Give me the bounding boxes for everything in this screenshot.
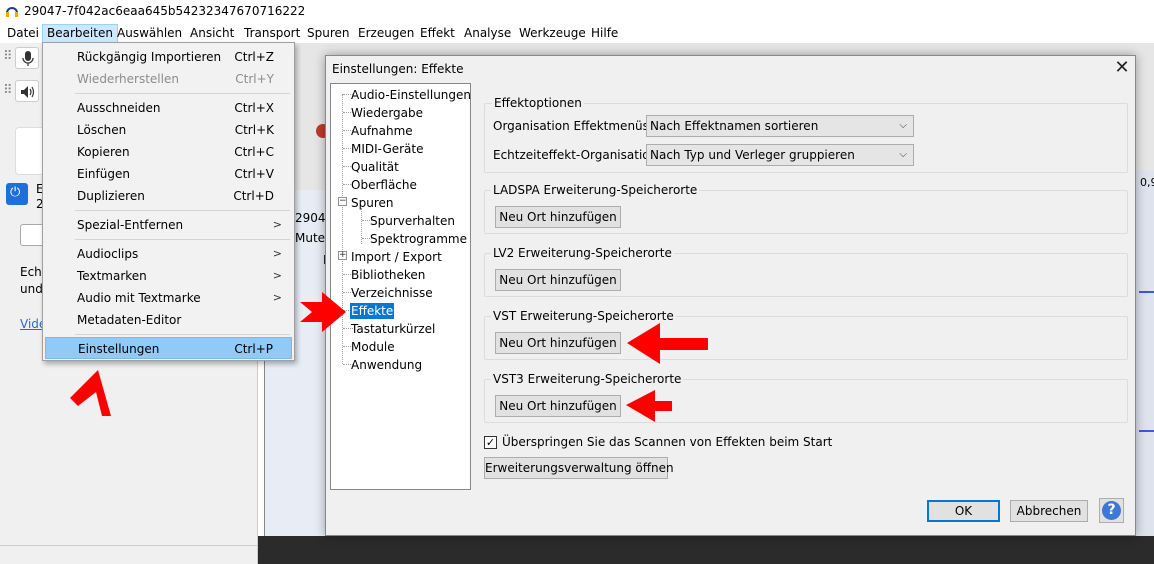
annotation-layer: [70, 292, 708, 422]
red-arrow-icon: [300, 292, 346, 332]
red-arrow-icon: [626, 390, 672, 422]
red-arrow-icon: [70, 370, 111, 416]
red-arrow-icon: [627, 323, 708, 364]
